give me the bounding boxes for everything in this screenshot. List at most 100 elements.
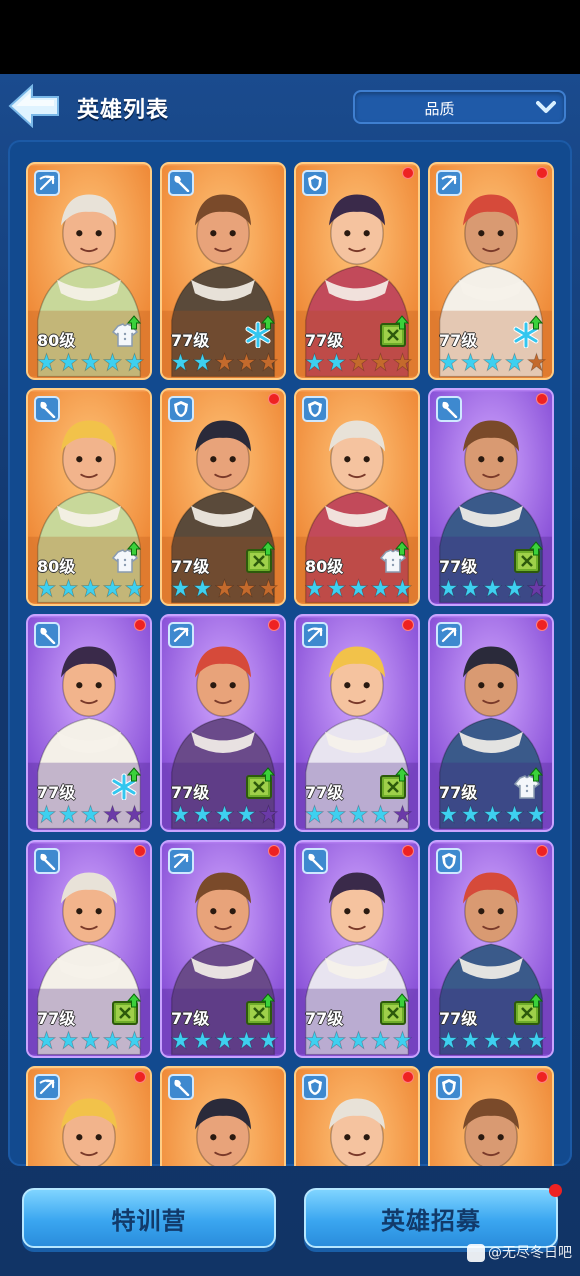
crossbow-icon: [302, 622, 328, 648]
quality-dropdown[interactable]: 品质: [353, 90, 566, 124]
shovel-icon: [168, 170, 194, 196]
book-upgrade-icon[interactable]: [244, 540, 276, 574]
star-icon: [392, 352, 413, 372]
hero-level: 77级: [305, 1009, 344, 1028]
hero-card[interactable]: 77级: [160, 162, 286, 380]
notification-dot: [536, 1071, 548, 1083]
star-icon: [236, 578, 257, 598]
hero-card[interactable]: [428, 1066, 554, 1166]
shovel-icon: [436, 396, 462, 422]
chevron-down-icon: [536, 101, 556, 113]
shirt-upgrade-icon[interactable]: [378, 540, 410, 574]
book-upgrade-icon[interactable]: [244, 992, 276, 1026]
star-icon: [438, 578, 459, 598]
hero-card[interactable]: 77级: [294, 614, 420, 832]
book-upgrade-icon[interactable]: [512, 540, 544, 574]
hero-card[interactable]: 77级: [160, 840, 286, 1058]
hero-level: 77级: [439, 331, 478, 350]
star-icon: [192, 804, 213, 824]
watermark-text: @无尽冬日吧: [488, 1245, 572, 1261]
hero-level: 77级: [439, 1009, 478, 1028]
hero-card[interactable]: 77级: [26, 840, 152, 1058]
star-icon: [326, 804, 347, 824]
hero-card[interactable]: 77级: [26, 614, 152, 832]
hero-level: 80级: [305, 557, 344, 576]
shield-icon: [302, 170, 328, 196]
star-icon: [304, 578, 325, 598]
crossbow-icon: [34, 1074, 60, 1100]
book-upgrade-icon[interactable]: [244, 766, 276, 800]
hero-card[interactable]: 77级: [160, 388, 286, 606]
star-icon: [392, 804, 413, 824]
hero-recruit-button[interactable]: 英雄招募: [304, 1184, 562, 1248]
hero-card[interactable]: 77级: [428, 840, 554, 1058]
star-icon: [526, 578, 547, 598]
bottom-bar: 特训营 英雄招募 @无尽冬日吧: [0, 1166, 580, 1276]
notification-dot: [536, 393, 548, 405]
star-icon: [348, 1030, 369, 1050]
star-icon: [438, 352, 459, 372]
hero-card[interactable]: 80级: [26, 388, 152, 606]
shirt-upgrade-icon[interactable]: [512, 766, 544, 800]
shirt-upgrade-icon[interactable]: [110, 540, 142, 574]
snowflake-upgrade-icon[interactable]: [512, 314, 544, 349]
star-icon: [236, 1030, 257, 1050]
star-icon: [214, 804, 235, 824]
hero-card[interactable]: 80级: [26, 162, 152, 380]
hero-card[interactable]: 77级: [160, 614, 286, 832]
notification-dot: [536, 619, 548, 631]
back-button[interactable]: [8, 83, 60, 129]
hero-level: 77级: [171, 1009, 210, 1028]
snowflake-upgrade-icon[interactable]: [110, 766, 142, 801]
hero-card[interactable]: [26, 1066, 152, 1166]
notification-dot: [402, 167, 414, 179]
quality-dropdown-label: 品质: [424, 100, 455, 118]
book-upgrade-icon[interactable]: [378, 992, 410, 1026]
hero-card[interactable]: 80级: [294, 388, 420, 606]
crossbow-icon: [436, 622, 462, 648]
hero-card[interactable]: 77级: [428, 614, 554, 832]
book-upgrade-icon[interactable]: [378, 314, 410, 348]
star-icon: [326, 578, 347, 598]
star-icon: [102, 352, 123, 372]
training-camp-button[interactable]: 特训营: [22, 1188, 276, 1248]
star-icon: [58, 352, 79, 372]
star-icon: [304, 804, 325, 824]
star-icon: [504, 352, 525, 372]
star-rating: [438, 352, 550, 374]
star-icon: [214, 1030, 235, 1050]
shield-icon: [302, 396, 328, 422]
hero-card[interactable]: 77级: [428, 388, 554, 606]
star-icon: [370, 804, 391, 824]
hero-level: 77级: [305, 331, 344, 350]
shovel-icon: [34, 848, 60, 874]
book-upgrade-icon[interactable]: [110, 992, 142, 1026]
book-upgrade-icon[interactable]: [512, 992, 544, 1026]
notification-dot: [402, 619, 414, 631]
header: 英雄列表 品质: [0, 74, 580, 140]
hero-card[interactable]: 77级: [294, 162, 420, 380]
hero-level: 77级: [171, 557, 210, 576]
star-icon: [460, 352, 481, 372]
star-icon: [124, 578, 145, 598]
book-upgrade-icon[interactable]: [378, 766, 410, 800]
notification-dot: [268, 619, 280, 631]
status-bar: [0, 0, 580, 74]
star-icon: [526, 804, 547, 824]
hero-card[interactable]: [294, 1066, 420, 1166]
star-icon: [526, 1030, 547, 1050]
shirt-upgrade-icon[interactable]: [110, 314, 142, 348]
hero-card[interactable]: 77级: [294, 840, 420, 1058]
star-icon: [80, 804, 101, 824]
star-icon: [80, 352, 101, 372]
star-rating: [304, 1030, 416, 1052]
notification-dot: [134, 1071, 146, 1083]
star-rating: [170, 804, 282, 826]
star-icon: [258, 1030, 279, 1050]
snowflake-upgrade-icon[interactable]: [244, 314, 276, 349]
hero-card[interactable]: [160, 1066, 286, 1166]
hero-card[interactable]: 77级: [428, 162, 554, 380]
star-icon: [482, 804, 503, 824]
star-icon: [258, 352, 279, 372]
star-rating: [438, 804, 550, 826]
